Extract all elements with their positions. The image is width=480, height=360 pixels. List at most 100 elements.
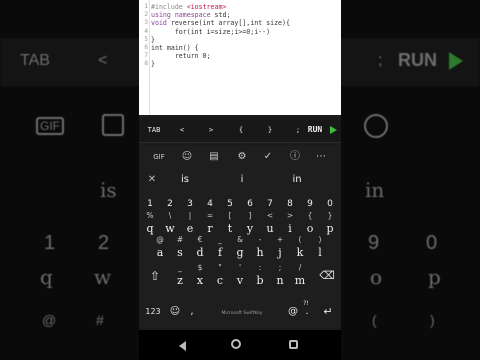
key-alt: & [237, 235, 243, 244]
key-j[interactable]: + j [270, 234, 290, 262]
backspace-icon[interactable]: ⌫ [315, 262, 339, 290]
semicolon-button[interactable]: ; [293, 118, 303, 142]
key-d[interactable]: € d [190, 234, 210, 262]
key-alt: @ [156, 235, 164, 244]
code-keyword: using namespace [151, 11, 215, 20]
suggestion-item[interactable]: in [283, 170, 311, 190]
code-text: } [151, 35, 155, 44]
tab-key-button[interactable]: TAB [143, 118, 165, 142]
background-run-label: RUN [398, 50, 437, 70]
key-a[interactable]: @ a [150, 234, 170, 262]
bottom-key-row: 123 ☺ , Microsoft SwiftKey @ . ?! ↵ [139, 298, 341, 326]
key-alt: ' [238, 263, 242, 272]
key-alt: ) [318, 235, 322, 244]
run-button[interactable]: RUN [305, 118, 325, 142]
key-label: v [236, 274, 244, 287]
space-bar[interactable]: Microsoft SwiftKey [199, 298, 285, 326]
greater-than-button[interactable]: > [204, 118, 218, 142]
background-key: w [94, 265, 112, 289]
key-label: n [276, 274, 284, 287]
translate-icon[interactable]: ⚙ [232, 146, 252, 168]
key-alt: | [188, 211, 192, 220]
line-number: 4 [144, 27, 148, 35]
line-number: 8 [144, 60, 148, 68]
code-line: } [151, 60, 337, 68]
key-n[interactable]: ; n [270, 262, 290, 290]
letter-row-2: @ a # s € d _ f & g -h + j (k ) l [139, 234, 341, 262]
key-label: x [196, 274, 204, 287]
key-v[interactable]: ' v [230, 262, 250, 290]
home-icon[interactable] [231, 339, 241, 349]
key-l[interactable]: ) l [310, 234, 330, 262]
back-icon[interactable] [179, 341, 186, 351]
key-label: h [256, 246, 264, 259]
background-sticker-icon [102, 114, 124, 136]
info-icon[interactable]: ⓘ [285, 146, 305, 168]
background-key: 9 [368, 232, 380, 254]
close-brace-button[interactable]: } [263, 118, 277, 142]
key-alt: € [197, 235, 203, 244]
key-m[interactable]: / m [290, 262, 310, 290]
gif-icon[interactable]: GIF [149, 146, 169, 168]
line-number: 7 [144, 52, 148, 60]
key-z[interactable]: _ z [170, 262, 190, 290]
collapse-icon[interactable]: ✕ [144, 170, 160, 190]
clipboard-icon[interactable]: ▤ [204, 146, 224, 168]
key-c[interactable]: " c [210, 262, 230, 290]
line-number: 3 [144, 19, 148, 27]
line-number: 6 [144, 43, 148, 51]
background-semicolon-label: ; [378, 52, 383, 69]
key-alt: / [298, 263, 302, 272]
recent-apps-icon[interactable] [289, 340, 298, 349]
background-key: 0 [426, 232, 438, 254]
code-editor[interactable]: 1 2 3 4 5 6 7 8 #include <iostream> usin… [139, 0, 341, 115]
checkmark-icon[interactable]: ✓ [258, 146, 278, 168]
key-f[interactable]: _ f [210, 234, 230, 262]
phone-screen: 1 2 3 4 5 6 7 8 #include <iostream> usin… [139, 0, 341, 360]
key-b[interactable]: :b [250, 262, 270, 290]
less-than-button[interactable]: < [175, 118, 189, 142]
background-key: ( [372, 312, 377, 328]
key-alt: } [327, 211, 333, 220]
suggestion-bar: ✕ is i in [139, 170, 341, 190]
key-alt: % [146, 211, 154, 220]
background-key: @ [42, 312, 57, 328]
suggestion-item[interactable]: i [229, 170, 255, 190]
key-alt: = [206, 211, 214, 220]
code-line: int main() { [151, 44, 337, 52]
letter-row-3: ⇧ _ z $ x " c ' v :b ; n / m ⌫ [139, 262, 341, 290]
background-word: is [100, 178, 117, 202]
more-options-icon[interactable]: ⋯ [311, 146, 331, 168]
key-label: z [177, 274, 183, 287]
run-play-icon[interactable] [330, 126, 337, 134]
key-g[interactable]: & g [230, 234, 250, 262]
key-alt: $ [197, 263, 203, 272]
shift-key-icon[interactable]: ⇧ [143, 262, 167, 290]
numbers-toggle-key[interactable]: 123 [141, 298, 165, 326]
key-alt: + [276, 235, 284, 244]
key-alt: # [176, 235, 184, 244]
suggestion-item[interactable]: is [171, 170, 199, 190]
key-label: d [196, 246, 204, 259]
comma-key[interactable]: , [185, 298, 199, 326]
background-key: 2 [98, 232, 110, 254]
key-s[interactable]: # s [170, 234, 190, 262]
key-alt: < [266, 211, 274, 220]
background-key: 1 [44, 232, 56, 254]
key-x[interactable]: $ x [190, 262, 210, 290]
key-label: m [294, 274, 306, 287]
sticker-icon[interactable]: ☺ [177, 146, 197, 168]
key-alt: ] [248, 211, 252, 220]
key-label: g [236, 246, 244, 259]
key-alt: { [307, 211, 313, 220]
enter-key-icon[interactable]: ↵ [317, 298, 339, 326]
key-label: c [216, 274, 224, 287]
line-number: 2 [144, 11, 148, 19]
background-key: # [96, 312, 104, 328]
open-brace-button[interactable]: { [234, 118, 248, 142]
key-h[interactable]: -h [250, 234, 270, 262]
emoji-key-icon[interactable]: ☺ [165, 298, 185, 326]
background-info-icon [364, 114, 388, 138]
key-k[interactable]: (k [290, 234, 310, 262]
key-label: b [256, 274, 264, 287]
